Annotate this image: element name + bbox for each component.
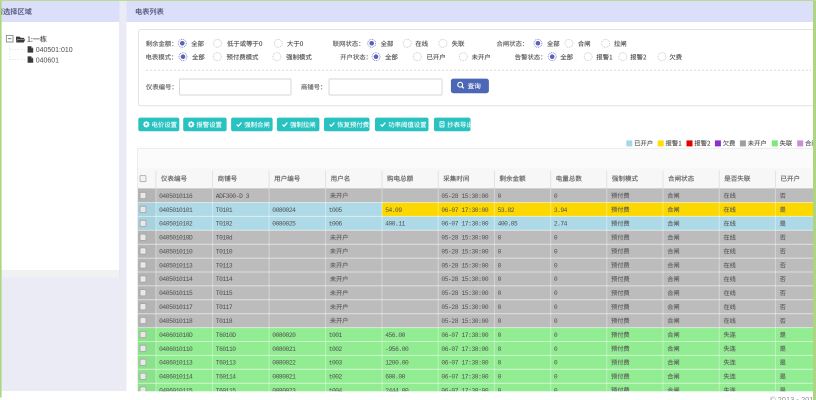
svg-text:3.94: 3.94 [554, 207, 568, 214]
svg-text:05-28 15:30:00: 05-28 15:30:00 [441, 304, 488, 311]
svg-text:t001: t001 [329, 332, 343, 339]
svg-text:0: 0 [498, 346, 502, 353]
svg-text:0405010117: 0405010117 [159, 304, 193, 311]
svg-text:T0113: T0113 [216, 262, 233, 269]
svg-text:0: 0 [554, 318, 558, 325]
svg-text:0080021: 0080021 [272, 374, 296, 381]
svg-text:0080021: 0080021 [272, 346, 296, 353]
svg-text:0405010114: 0405010114 [159, 276, 193, 283]
svg-text:0: 0 [554, 276, 558, 283]
svg-text:040601010D: 040601010D [159, 332, 193, 339]
svg-text:06-07 17:30:00: 06-07 17:30:00 [441, 207, 488, 214]
svg-text:06-07 17:38:00: 06-07 17:38:00 [441, 346, 488, 353]
svg-text:0080025: 0080025 [272, 221, 296, 228]
svg-text:0406010114: 0406010114 [159, 374, 193, 381]
svg-text:T0118: T0118 [216, 318, 233, 325]
svg-text:0: 0 [498, 304, 502, 311]
svg-text:t005: t005 [329, 207, 343, 214]
svg-text:0406010110: 0406010110 [159, 346, 193, 353]
svg-text:0: 0 [498, 262, 502, 269]
svg-text:0: 0 [554, 248, 558, 255]
svg-text:T0110: T0110 [216, 248, 233, 255]
svg-text:T60114: T60114 [216, 374, 236, 381]
svg-text:0: 0 [554, 360, 558, 367]
svg-text:T60110: T60110 [216, 346, 236, 353]
svg-text:2.74: 2.74 [554, 221, 568, 228]
svg-text:0: 0 [554, 346, 558, 353]
svg-text:0405010115: 0405010115 [159, 290, 193, 297]
svg-text:0: 0 [498, 332, 502, 339]
svg-text:0: 0 [498, 276, 502, 283]
svg-text:0: 0 [554, 332, 558, 339]
svg-text:06-07 17:38:00: 06-07 17:38:00 [441, 360, 488, 367]
svg-text:0: 0 [498, 318, 502, 325]
svg-text:0405010113: 0405010113 [159, 262, 193, 269]
svg-text:0: 0 [498, 235, 502, 242]
svg-text:0405010116: 0405010116 [159, 193, 193, 200]
svg-text:0: 0 [554, 235, 558, 242]
svg-text:05-28 15:30:00: 05-28 15:30:00 [441, 235, 488, 242]
svg-text:05-28 15:30:00: 05-28 15:30:00 [441, 276, 488, 283]
svg-text:05-28 15:30:00: 05-28 15:30:00 [441, 290, 488, 297]
svg-text:t006: t006 [329, 221, 343, 228]
svg-text:456.00: 456.00 [385, 332, 405, 339]
svg-text:0: 0 [498, 248, 502, 255]
svg-text:T0117: T0117 [216, 304, 233, 311]
svg-text:t002: t002 [329, 374, 343, 381]
svg-text:t003: t003 [329, 360, 343, 367]
svg-text:0: 0 [498, 374, 502, 381]
svg-text:54.09: 54.09 [385, 207, 402, 214]
svg-text:1200.00: 1200.00 [385, 360, 409, 367]
svg-text:400.11: 400.11 [385, 221, 405, 228]
svg-text:0080024: 0080024 [272, 207, 296, 214]
svg-text:0405010110: 0405010110 [159, 248, 193, 255]
svg-text:06-07 17:38:00: 06-07 17:38:00 [441, 332, 488, 339]
svg-text:0405010102: 0405010102 [159, 221, 193, 228]
svg-text:600.00: 600.00 [385, 374, 405, 381]
svg-text:06-07 17:30:00: 06-07 17:30:00 [441, 221, 488, 228]
svg-text:040601: 040601 [36, 57, 59, 64]
svg-text:0: 0 [498, 360, 502, 367]
svg-text:-956.00: -956.00 [385, 346, 409, 353]
svg-text:040501:010: 040501:010 [36, 47, 73, 54]
svg-text:T6010D: T6010D [216, 332, 236, 339]
svg-text:0: 0 [554, 193, 558, 200]
svg-text:T0101: T0101 [216, 207, 233, 214]
svg-text:53.82: 53.82 [498, 207, 515, 214]
svg-text:ADF300-D 3: ADF300-D 3 [216, 193, 250, 200]
svg-text:0: 0 [554, 304, 558, 311]
svg-text:0406010113: 0406010113 [159, 360, 193, 367]
svg-text:T0115: T0115 [216, 290, 233, 297]
svg-text:040501010D: 040501010D [159, 235, 193, 242]
svg-text:05-28 15:30:00: 05-28 15:30:00 [441, 318, 488, 325]
svg-text:T60113: T60113 [216, 360, 236, 367]
svg-text:05-28 15:30:00: 05-28 15:30:00 [441, 248, 488, 255]
svg-text:05-28 15:30:00: 05-28 15:30:00 [441, 262, 488, 269]
svg-text:t002: t002 [329, 346, 343, 353]
svg-text:06-07 17:38:00: 06-07 17:38:00 [441, 374, 488, 381]
svg-text:T0102: T0102 [216, 221, 233, 228]
svg-text:0405010118: 0405010118 [159, 318, 193, 325]
svg-text:0: 0 [554, 262, 558, 269]
svg-text:0: 0 [498, 193, 502, 200]
svg-text:0: 0 [498, 290, 502, 297]
svg-text:T010d: T010d [216, 235, 233, 242]
svg-text:05-28 15:30:00: 05-28 15:30:00 [441, 193, 488, 200]
svg-text:400.05: 400.05 [498, 221, 518, 228]
svg-text:T0114: T0114 [216, 276, 233, 283]
svg-text:0080020: 0080020 [272, 332, 296, 339]
svg-text:0: 0 [554, 290, 558, 297]
svg-text:0: 0 [554, 374, 558, 381]
svg-text:© 2013 - 201: © 2013 - 201 [770, 395, 813, 400]
svg-text:0405010101: 0405010101 [159, 207, 193, 214]
svg-text:0080022: 0080022 [272, 360, 296, 367]
